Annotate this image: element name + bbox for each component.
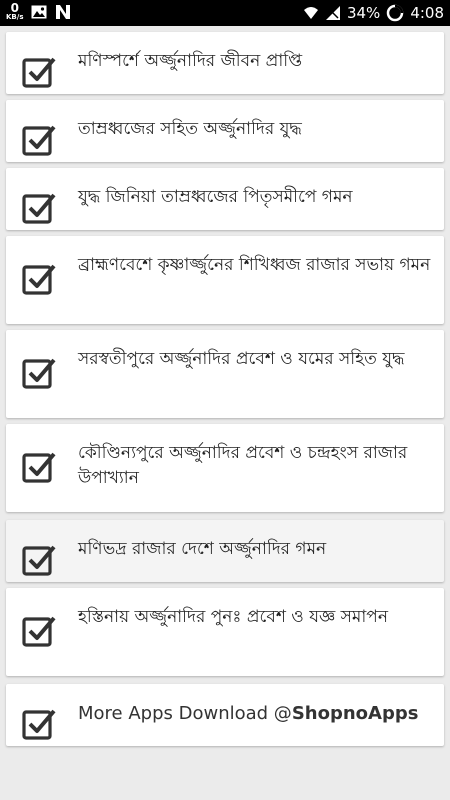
more-apps-label: More Apps Download @ShopnoApps	[78, 701, 432, 726]
more-apps-item[interactable]: More Apps Download @ShopnoApps	[6, 684, 444, 746]
checkbox-checked-icon[interactable]	[22, 706, 56, 740]
more-apps-brand: ShopnoApps	[291, 703, 419, 724]
checkbox-checked-icon[interactable]	[22, 261, 56, 295]
network-speed-unit: KB/s	[6, 13, 24, 21]
network-speed: 0 KB/s	[6, 2, 23, 21]
n-app-icon	[55, 4, 71, 20]
list-item[interactable]: কৌণ্ডিন্যপুরে অর্জ্জুনাদির প্রবেশ ও চন্দ…	[6, 424, 444, 512]
status-bar-left: 0 KB/s	[6, 2, 71, 21]
list-item-label: হস্তিনায় অর্জ্জুনাদির পুনঃ প্রবেশ ও যজ্…	[78, 607, 388, 627]
status-bar-right: 34% 4:08	[303, 0, 444, 26]
list-item[interactable]: তাম্রধ্বজের সহিত অর্জ্জুনাদির যুদ্ধ	[6, 100, 444, 162]
battery-percent: 34%	[346, 4, 381, 22]
checkbox-checked-icon[interactable]	[22, 122, 56, 156]
list-item[interactable]: সরস্বতীপুরে অর্জ্জুনাদির প্রবেশ ও যমের স…	[6, 330, 444, 418]
status-bar: 0 KB/s 34% 4:08	[0, 0, 450, 26]
clock: 4:08	[410, 4, 444, 22]
list-item-label: কৌণ্ডিন্যপুরে অর্জ্জুনাদির প্রবেশ ও চন্দ…	[78, 443, 408, 488]
checkbox-checked-icon[interactable]	[22, 355, 56, 389]
list-item[interactable]: মণিভদ্র রাজার দেশে অর্জ্জুনাদির গমন	[6, 520, 444, 582]
list-item[interactable]: হস্তিনায় অর্জ্জুনাদির পুনঃ প্রবেশ ও যজ্…	[6, 588, 444, 676]
checkbox-checked-icon[interactable]	[22, 613, 56, 647]
signal-icon	[325, 5, 341, 21]
checkbox-checked-icon[interactable]	[22, 54, 56, 88]
list-item[interactable]: যুদ্ধ জিনিয়া তাম্রধ্বজের পিতৃসমীপে গমন	[6, 168, 444, 230]
checkbox-checked-icon[interactable]	[22, 190, 56, 224]
image-icon	[31, 5, 47, 19]
checkbox-checked-icon[interactable]	[22, 449, 56, 483]
list-item-label: তাম্রধ্বজের সহিত অর্জ্জুনাদির যুদ্ধ	[78, 119, 302, 139]
list-item-label: ব্রাহ্মণবেশে কৃষ্ণার্জ্জুনের শিখিধ্বজ রা…	[78, 255, 431, 275]
list-item[interactable]: ব্রাহ্মণবেশে কৃষ্ণার্জ্জুনের শিখিধ্বজ রা…	[6, 236, 444, 324]
list-item-label: সরস্বতীপুরে অর্জ্জুনাদির প্রবেশ ও যমের স…	[78, 349, 405, 369]
wifi-icon	[303, 5, 319, 21]
more-apps-prefix: More Apps Download @	[78, 703, 292, 724]
list-item-label: যুদ্ধ জিনিয়া তাম্রধ্বজের পিতৃসমীপে গমন	[78, 187, 353, 207]
battery-icon	[386, 4, 404, 22]
list-item-label: মণিভদ্র রাজার দেশে অর্জ্জুনাদির গমন	[78, 539, 327, 559]
list-item[interactable]: মণিস্পর্শে অর্জ্জুনাদির জীবন প্রাপ্তি	[6, 32, 444, 94]
list-item-label: মণিস্পর্শে অর্জ্জুনাদির জীবন প্রাপ্তি	[78, 51, 303, 71]
checkbox-checked-icon[interactable]	[22, 542, 56, 576]
